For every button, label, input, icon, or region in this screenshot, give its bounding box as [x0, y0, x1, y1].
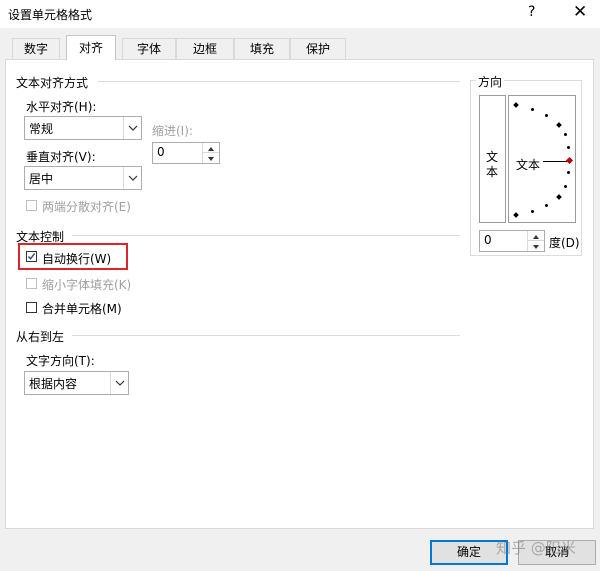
- chevron-down-icon: [123, 167, 141, 189]
- indent-label: 缩进(I):: [152, 124, 193, 138]
- merge-cells-checkbox[interactable]: [26, 302, 37, 313]
- horizontal-align-value: 常规: [29, 122, 54, 136]
- shrink-to-fit-label: 缩小字体填充(K): [42, 278, 132, 292]
- dial-tick-icon: [545, 204, 548, 207]
- dial-tick-icon: [545, 114, 548, 117]
- dial-needle: [543, 161, 567, 162]
- wrap-text-checkbox[interactable]: [26, 251, 37, 262]
- group-divider: [72, 235, 460, 236]
- dial-text: 文本: [516, 158, 541, 172]
- tab-alignment[interactable]: 对齐: [66, 35, 116, 60]
- degrees-label: 度(D): [549, 236, 580, 250]
- help-icon[interactable]: ?: [528, 4, 535, 20]
- horizontal-align-select[interactable]: 常规: [24, 116, 142, 140]
- vertical-text-char: 本: [486, 165, 499, 179]
- dial-tick-icon: [567, 171, 570, 174]
- close-icon[interactable]: ✕: [573, 2, 587, 22]
- horizontal-align-label: 水平对齐(H):: [26, 100, 97, 114]
- dial-tick-icon: [531, 108, 534, 111]
- dialog-title: 设置单元格格式: [8, 8, 93, 22]
- tab-border[interactable]: 边框: [176, 38, 234, 59]
- indent-value: 0: [157, 145, 165, 159]
- chevron-down-icon: [123, 117, 141, 139]
- watermark: 知乎 @阳米: [496, 539, 576, 557]
- tab-number[interactable]: 数字: [12, 38, 60, 59]
- rtl-group-label: 从右到左: [16, 330, 65, 344]
- group-divider: [72, 335, 460, 336]
- vertical-align-select[interactable]: 居中: [24, 166, 142, 190]
- indent-stepper[interactable]: 0: [152, 142, 220, 164]
- justify-distributed-label: 两端分散对齐(E): [42, 200, 131, 214]
- text-direction-label: 文字方向(T):: [26, 354, 95, 368]
- degrees-stepper[interactable]: 0: [479, 230, 545, 252]
- dial-tick-icon: [531, 210, 534, 213]
- text-direction-select[interactable]: 根据内容: [24, 371, 129, 395]
- dial-tick-icon: [567, 146, 570, 149]
- text-alignment-group-label: 文本对齐方式: [16, 76, 89, 90]
- spin-down-icon[interactable]: [203, 153, 219, 163]
- chevron-down-icon: [110, 372, 128, 394]
- spin-up-icon[interactable]: [528, 231, 544, 241]
- vertical-align-value: 居中: [29, 172, 54, 186]
- group-divider: [98, 81, 460, 82]
- tab-fill[interactable]: 填充: [234, 38, 290, 59]
- justify-distributed-checkbox[interactable]: [26, 200, 37, 211]
- tab-protection[interactable]: 保护: [290, 38, 346, 59]
- wrap-text-label: 自动换行(W): [42, 252, 112, 266]
- text-direction-value: 根据内容: [29, 377, 78, 391]
- dial-tick-icon: [564, 133, 567, 136]
- spin-up-icon[interactable]: [203, 143, 219, 153]
- merge-cells-label: 合并单元格(M): [42, 302, 122, 316]
- spin-down-icon[interactable]: [528, 241, 544, 251]
- dial-tick-icon: [564, 185, 567, 188]
- shrink-to-fit-checkbox[interactable]: [26, 278, 37, 289]
- degrees-value: 0: [484, 233, 492, 247]
- vertical-align-label: 垂直对齐(V):: [26, 150, 96, 164]
- orientation-group-label: 方向: [476, 73, 505, 90]
- tab-font[interactable]: 字体: [122, 38, 176, 59]
